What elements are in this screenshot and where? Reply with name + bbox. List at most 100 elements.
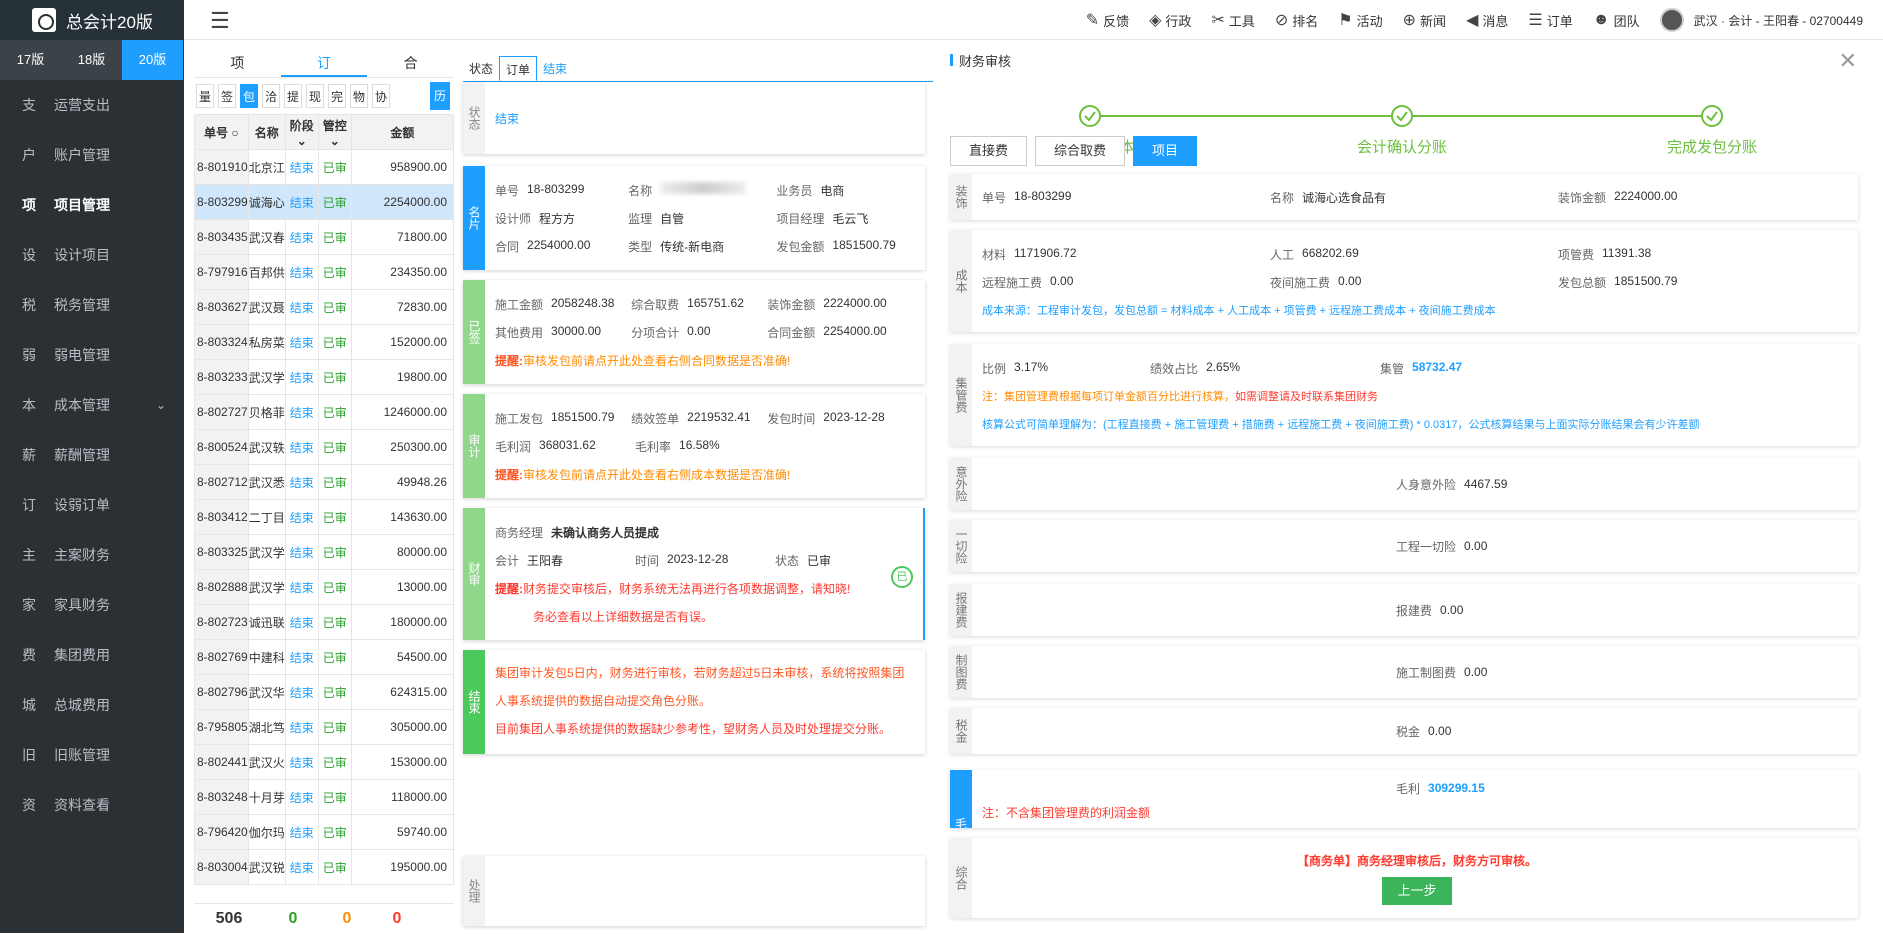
table-header-2[interactable]: 名称 [247,114,286,150]
topnav-edit-link[interactable]: ✎ 反馈 [1086,10,1129,30]
table-cell[interactable]: 结束 [284,394,319,430]
table-cell[interactable]: 结束 [284,429,319,465]
table-cell[interactable]: 结束 [284,359,319,395]
status-value[interactable]: 结束 [495,110,519,127]
app-logo[interactable]: 总会计20版 [0,0,184,40]
sidebar-item-2[interactable]: 户 账户管理 [0,130,184,180]
table-cell[interactable]: 已审 [317,149,352,185]
table-cell[interactable]: 已审 [317,674,352,710]
filter-3[interactable]: 包 [240,84,258,108]
table-row[interactable]: 8-803627 武汉聂 结束 已审 72830.00 [194,289,455,325]
table-row[interactable]: 8-803435 武汉春 结束 已审 71800.00 [194,219,455,255]
sidebar-item-14[interactable]: 旧 旧账管理 [0,730,184,780]
view-button-3[interactable]: 项目 [1133,136,1198,166]
table-row[interactable]: 8-803299 诚海心 结束 已审 2254000.00 [194,184,455,220]
view-button-2[interactable]: 综合取费 [1035,136,1126,166]
filter-2[interactable]: 签 [218,84,236,108]
table-cell[interactable]: 已审 [317,359,352,395]
search-icon[interactable]: ○ [228,126,238,140]
table-header-4[interactable]: 管控⌄ [317,114,352,150]
table-cell[interactable]: 已审 [317,744,352,780]
topnav-compass-link[interactable]: ⊘ 排名 [1275,10,1318,30]
table-row[interactable]: 8-802723 诚迅联 结束 已审 180000.00 [194,604,455,640]
sidebar-item-10[interactable]: 主 主案财务 [0,530,184,580]
table-cell[interactable]: 已审 [317,569,352,605]
table-row[interactable]: 8-802888 武汉学 结束 已审 13000.00 [194,569,455,605]
table-header-5[interactable]: 金额 [350,114,455,150]
table-cell[interactable]: 已审 [317,604,352,640]
table-cell[interactable]: 已审 [317,254,352,290]
table-cell[interactable]: 结束 [284,289,319,325]
table-row[interactable]: 8-795805 湖北笃 结束 已审 305000.00 [194,709,455,745]
table-row[interactable]: 8-796420 伽尔玛 结束 已审 59740.00 [194,814,455,850]
sidebar-item-11[interactable]: 家 家具财务 [0,580,184,630]
close-icon[interactable]: ✕ [1839,48,1857,74]
table-cell[interactable]: 已审 [317,639,352,675]
menu-toggle-icon[interactable]: ☰ [210,8,230,34]
table-header-1[interactable]: 单号 ○ [194,114,249,150]
filter-4[interactable]: 洽 [262,84,280,108]
chevron-down-icon[interactable]: ⌄ [297,134,307,148]
table-cell[interactable]: 结束 [284,184,319,220]
detail-tab-1[interactable]: 状态 [463,56,499,81]
sidebar-item-12[interactable]: 费 集团费用 [0,630,184,680]
table-row[interactable]: 8-803412 二丁目 结束 已审 143630.00 [194,499,455,535]
table-cell[interactable]: 结束 [284,499,319,535]
sidebar-item-7[interactable]: 本 成本管理 ⌄ [0,380,184,430]
process-area[interactable] [495,856,919,926]
table-cell[interactable]: 结束 [284,219,319,255]
sidebar-item-9[interactable]: 订 设弱订单 [0,480,184,530]
version-tab-2[interactable]: 18版 [61,40,122,80]
version-tab-3[interactable]: 20版 [122,40,183,80]
topnav-team-link[interactable]: ☻ 团队 [1593,11,1640,30]
topnav-layers-link[interactable]: ◈ 行政 [1149,10,1191,30]
table-cell[interactable]: 已审 [317,534,352,570]
history-button[interactable]: 历 [430,82,450,110]
table-row[interactable]: 8-802769 中建科 结束 已审 54500.00 [194,639,455,675]
table-row[interactable]: 8-803324 私房菜 结束 已审 152000.00 [194,324,455,360]
table-cell[interactable]: 结束 [284,744,319,780]
table-cell[interactable]: 结束 [284,849,319,885]
topnav-flag-link[interactable]: ⚑ 活动 [1338,10,1382,30]
filter-1[interactable]: 量 [196,84,214,108]
table-cell[interactable]: 结束 [284,674,319,710]
list-tab-3[interactable]: 合 [367,48,454,77]
table-row[interactable]: 8-803004 武汉锐 结束 已审 195000.00 [194,849,455,885]
table-cell[interactable]: 已审 [317,464,352,500]
table-cell[interactable]: 已审 [317,499,352,535]
table-row[interactable]: 8-801910 北京江 结束 已审 958900.00 [194,149,455,185]
table-cell[interactable]: 结束 [284,604,319,640]
table-cell[interactable]: 已审 [317,814,352,850]
detail-tab-2[interactable]: 订单 [499,56,538,81]
table-cell[interactable]: 结束 [284,639,319,675]
table-cell[interactable]: 已审 [317,779,352,815]
table-cell[interactable]: 结束 [284,569,319,605]
sidebar-item-6[interactable]: 弱 弱电管理 [0,330,184,380]
chevron-down-icon[interactable]: ⌄ [330,134,340,148]
topnav-clipboard-link[interactable]: ☰ 订单 [1528,10,1572,30]
table-cell[interactable]: 已审 [317,219,352,255]
version-tab-1[interactable]: 17版 [0,40,61,80]
table-cell[interactable]: 已审 [317,429,352,465]
table-cell[interactable]: 结束 [284,779,319,815]
table-row[interactable]: 8-803248 十月芽 结束 已审 118000.00 [194,779,455,815]
table-cell[interactable]: 结束 [284,534,319,570]
sidebar-item-13[interactable]: 城 总城费用 [0,680,184,730]
table-row[interactable]: 8-802441 武汉火 结束 已审 153000.00 [194,744,455,780]
sidebar-item-15[interactable]: 资 资料查看 [0,780,184,830]
list-tab-1[interactable]: 项 [194,48,281,77]
view-button-1[interactable]: 直接费 [950,136,1028,166]
user-info[interactable]: 武汉 · 会计 - 王阳春 - 02700449 [1659,8,1863,32]
previous-step-button[interactable]: 上一步 [1382,876,1452,905]
filter-6[interactable]: 现 [306,84,324,108]
table-cell[interactable]: 已审 [317,184,352,220]
sidebar-item-1[interactable]: 支 运营支出 [0,80,184,130]
sidebar-item-4[interactable]: 设 设计项目 [0,230,184,280]
filter-9[interactable]: 协 [372,84,390,108]
table-row[interactable]: 8-802727 贝格菲 结束 已审 1246000.00 [194,394,455,430]
list-tab-2[interactable]: 订 [280,48,368,77]
filter-7[interactable]: 完 [328,84,346,108]
table-cell[interactable]: 已审 [317,849,352,885]
filter-8[interactable]: 物 [350,84,368,108]
table-header-3[interactable]: 阶段⌄ [284,114,319,150]
